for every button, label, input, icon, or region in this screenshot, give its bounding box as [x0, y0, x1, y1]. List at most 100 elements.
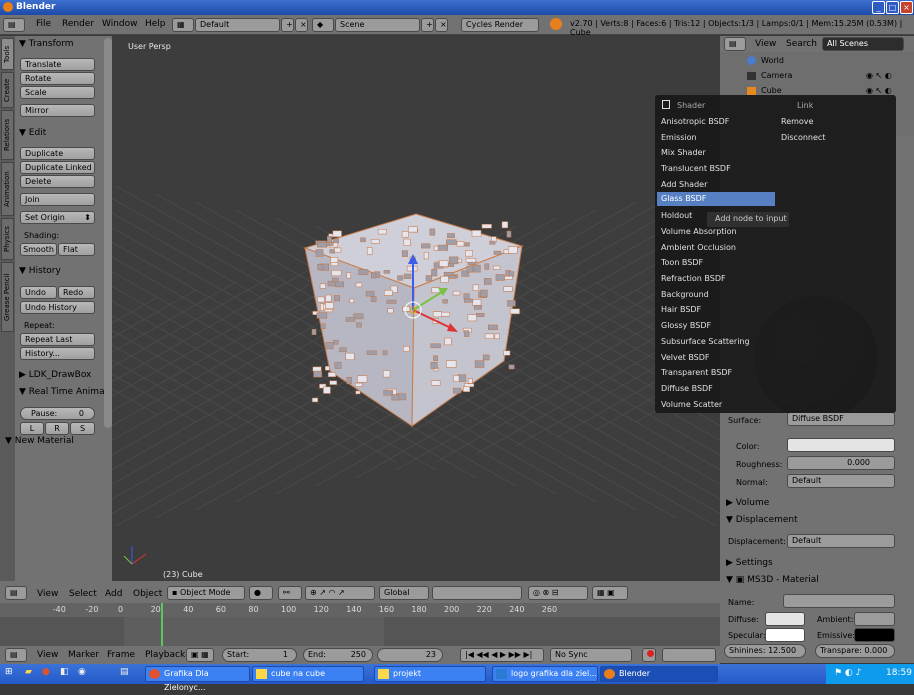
keyframe-set-icons[interactable]	[662, 648, 716, 662]
menu-file[interactable]: File	[36, 19, 51, 29]
realtime-r-button[interactable]: R	[45, 422, 69, 435]
delete-button[interactable]: Delete	[20, 175, 95, 188]
tab-tools[interactable]: Tools	[1, 38, 14, 70]
maximize-button[interactable]: □	[886, 1, 899, 14]
mode-select[interactable]: ▪ Object Mode	[167, 586, 245, 600]
duplicate-linked-button[interactable]: Duplicate Linked	[20, 161, 95, 174]
edit-panel-header[interactable]: ▼ Edit	[19, 128, 46, 138]
popup-remove[interactable]: Remove	[781, 117, 813, 126]
viewport-menu-view[interactable]: View	[37, 589, 58, 599]
new-material-panel-header[interactable]: ▼ New Material	[5, 436, 74, 446]
flat-button[interactable]: Flat	[58, 243, 95, 256]
scene-select[interactable]: Scene	[335, 18, 420, 32]
render-engine-select[interactable]: Cycles Render	[461, 18, 539, 32]
transform-panel-header[interactable]: ▼ Transform	[19, 39, 74, 49]
tray-icons[interactable]: ⚑ ◐ ♪	[834, 668, 861, 678]
set-origin-dropdown[interactable]: Set Origin ⬍	[20, 211, 95, 224]
shader-item[interactable]: Refraction BSDF	[661, 274, 726, 283]
specular-swatch[interactable]	[765, 628, 805, 642]
repeat-last-button[interactable]: Repeat Last	[20, 333, 95, 346]
join-button[interactable]: Join	[20, 193, 95, 206]
start-frame-field[interactable]: Start: 1	[222, 648, 297, 662]
orientation-select[interactable]: Global	[379, 586, 429, 600]
snap-icons[interactable]: ◎ ⊗ ⊟	[528, 586, 588, 600]
normal-select[interactable]: Default	[787, 474, 895, 488]
tab-relations[interactable]: Relations	[1, 110, 14, 160]
outliner-row-cube[interactable]: Cube	[761, 86, 782, 95]
viewport-menu-object[interactable]: Object	[133, 589, 162, 599]
history-panel-header[interactable]: ▼ History	[19, 266, 61, 276]
shader-item[interactable]: Anisotropic BSDF	[661, 117, 729, 126]
name-input[interactable]	[783, 594, 895, 608]
surface-select[interactable]: Diffuse BSDF	[787, 412, 895, 426]
redo-button[interactable]: Redo	[58, 286, 95, 299]
timeline-menu-playback[interactable]: Playback	[145, 650, 185, 660]
task-blender[interactable]: Blender	[600, 666, 718, 682]
realtime-panel-header[interactable]: ▼ Real Time Anima	[19, 387, 105, 397]
shader-item[interactable]: Glossy BSDF	[661, 321, 711, 330]
visibility-eye-icon[interactable]: ◉ ↖ ◐	[866, 86, 892, 95]
shader-item[interactable]: Hair BSDF	[661, 305, 701, 314]
diffuse-swatch[interactable]	[765, 612, 805, 626]
shader-item[interactable]: Background	[661, 290, 709, 299]
scale-button[interactable]: Scale	[20, 86, 95, 99]
pause-field[interactable]: Pause: 0	[20, 407, 95, 420]
shader-item[interactable]: Diffuse BSDF	[661, 384, 713, 393]
viewport-menu-select[interactable]: Select	[69, 589, 97, 599]
shader-item[interactable]: Volume Absorption	[661, 227, 737, 236]
outliner-editor-type[interactable]: ▤	[724, 37, 746, 51]
layout-add-icon[interactable]: +	[281, 18, 294, 32]
media-icon[interactable]: ◧	[60, 667, 69, 677]
color-swatch[interactable]	[787, 438, 895, 452]
shader-item[interactable]: Subsurface Scattering	[661, 337, 750, 346]
shininess-field[interactable]: Shinines: 12.500	[724, 644, 806, 658]
outliner-menu-view[interactable]: View	[755, 39, 776, 49]
displacement-select[interactable]: Default	[787, 534, 895, 548]
outliner-row-world[interactable]: World	[761, 56, 784, 65]
task-cube-na-cube[interactable]: cube na cube	[252, 666, 364, 682]
scene-icon[interactable]: ◆	[312, 18, 334, 32]
shader-item[interactable]: Ambient Occlusion	[661, 243, 736, 252]
record-icon[interactable]	[642, 648, 656, 662]
current-frame-cursor[interactable]	[161, 603, 164, 646]
menu-help[interactable]: Help	[145, 19, 166, 29]
realtime-l-button[interactable]: L	[20, 422, 44, 435]
manipulator-icons[interactable]: ⊕ ↗ ◠ ↗	[305, 586, 375, 600]
tab-create[interactable]: Create	[1, 72, 14, 108]
pivot-icon[interactable]: ⚯	[278, 586, 302, 600]
task-grafika[interactable]: Grafika Dla Zielonyc...	[145, 666, 250, 692]
ambient-swatch[interactable]	[854, 612, 895, 626]
chrome-icon[interactable]: ◉	[78, 667, 86, 677]
displacement-panel-header[interactable]: ▼ Displacement	[726, 515, 798, 525]
close-button[interactable]: ×	[900, 1, 913, 14]
timeline-menu-view[interactable]: View	[37, 650, 58, 660]
tab-animation[interactable]: Animation	[1, 162, 14, 216]
popup-disconnect[interactable]: Disconnect	[781, 133, 825, 142]
layer-buttons[interactable]	[432, 586, 522, 600]
shader-item[interactable]: Volume Scatter	[661, 400, 722, 409]
timeline-menu-frame[interactable]: Frame	[107, 650, 135, 660]
outliner-menu-search[interactable]: Search	[786, 39, 817, 49]
visibility-eye-icon[interactable]: ◉ ↖ ◐	[866, 71, 892, 80]
task-projekt[interactable]: projekt	[374, 666, 486, 682]
scene-add-icon[interactable]: +	[421, 18, 434, 32]
outliner-filter-select[interactable]: All Scenes	[822, 37, 904, 51]
history-button[interactable]: History...	[20, 347, 95, 360]
tab-grease-pencil[interactable]: Grease Pencil	[1, 262, 14, 332]
duplicate-button[interactable]: Duplicate	[20, 147, 95, 160]
drawbox-panel-header[interactable]: ▶ LDK_DrawBox	[19, 370, 91, 380]
mirror-button[interactable]: Mirror	[20, 104, 95, 117]
menu-window[interactable]: Window	[102, 19, 138, 29]
settings-panel-header[interactable]: ▶ Settings	[726, 558, 773, 568]
shader-item[interactable]: Glass BSDF	[657, 191, 775, 206]
tool-shelf-scrollbar[interactable]	[104, 38, 112, 428]
editor-type-button[interactable]: ▤	[3, 18, 25, 32]
shader-item[interactable]: Mix Shader	[661, 148, 706, 157]
playback-controls[interactable]: |◀ ◀◀ ◀ ▶ ▶▶ ▶|	[460, 648, 544, 662]
emissive-swatch[interactable]	[854, 628, 895, 642]
undo-button[interactable]: Undo	[20, 286, 57, 299]
layout-select[interactable]: Default	[195, 18, 280, 32]
3d-viewport[interactable]: User Persp (23) Cube	[112, 36, 720, 581]
timeline-menu-marker[interactable]: Marker	[68, 650, 99, 660]
shader-item[interactable]: Translucent BSDF	[661, 164, 731, 173]
